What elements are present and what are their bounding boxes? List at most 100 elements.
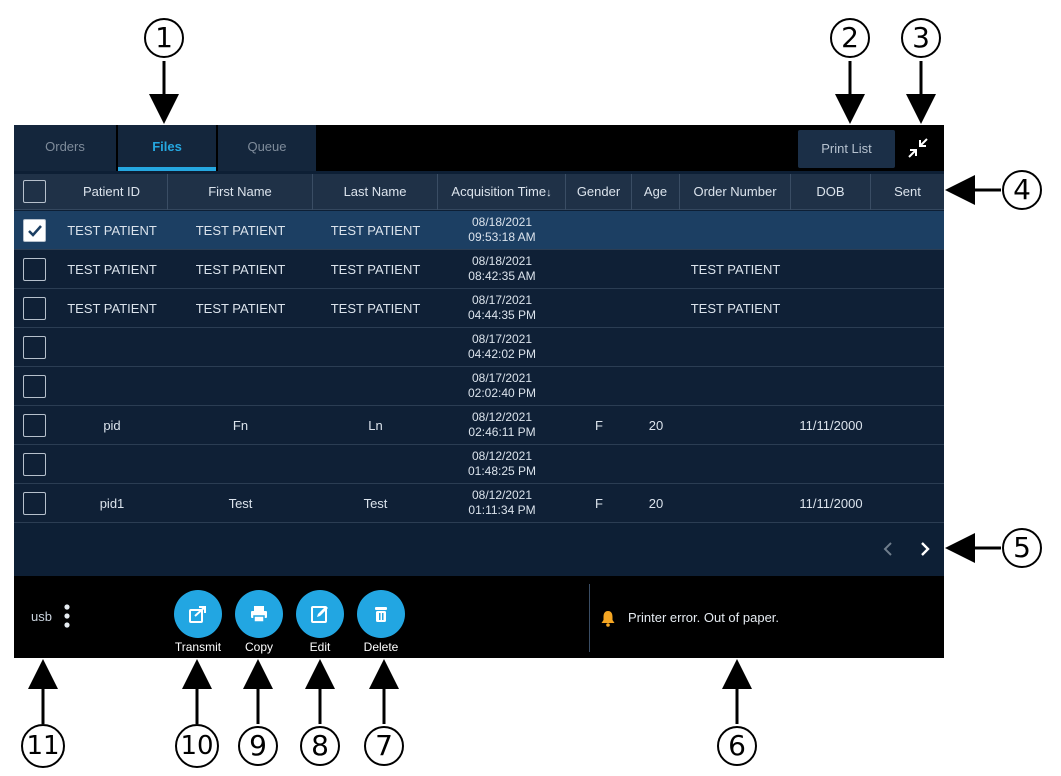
cell-order-number [680, 328, 791, 367]
acquisition-date: 08/12/2021 [471, 488, 533, 502]
cell-gender [566, 211, 632, 250]
cell-age [632, 250, 680, 289]
tab-bar: Orders Files Queue Print List [14, 125, 944, 171]
cell-dob [791, 445, 871, 484]
col-sent[interactable]: Sent [871, 174, 944, 210]
chevron-left-icon[interactable] [881, 539, 895, 559]
row-checkbox[interactable] [23, 375, 46, 398]
tab-files[interactable]: Files [118, 125, 216, 171]
acquisition-date: 08/17/2021 [471, 332, 533, 346]
col-acquisition-time[interactable]: Acquisition Time↓ [438, 174, 566, 210]
cell-acquisition-time: 08/17/2021 04:42:02 PM [438, 328, 566, 367]
acquisition-date: 08/17/2021 [471, 293, 533, 307]
cell-gender [566, 328, 632, 367]
table-row[interactable]: pid1 Test Test 08/12/2021 01:11:34 PM F 20 11/1… [14, 484, 944, 523]
cell-dob [791, 289, 871, 328]
cell-patient-id: TEST PATIENT [67, 301, 157, 316]
cell-sent [871, 289, 944, 328]
table-row[interactable]: 08/17/2021 02:02:40 PM [14, 367, 944, 406]
collapse-arrows-icon[interactable] [907, 137, 929, 159]
cell-acquisition-time: 08/18/2021 09:53:18 AM [438, 211, 566, 250]
cell-age [632, 328, 680, 367]
cell-sent [871, 211, 944, 250]
cell-dob [791, 328, 871, 367]
cell-age: 20 [648, 496, 664, 511]
cell-patient-id [56, 445, 168, 484]
col-last-name[interactable]: Last Name [313, 174, 438, 210]
callout-11: 11 [21, 724, 65, 768]
cell-gender [566, 445, 632, 484]
cell-first-name: TEST PATIENT [195, 223, 286, 238]
row-checkbox[interactable] [23, 297, 46, 320]
copy-label: Copy [244, 640, 273, 654]
edit-button[interactable] [296, 590, 344, 638]
cell-patient-id [56, 367, 168, 406]
table-row[interactable]: pid Fn Ln 08/12/2021 02:46:11 PM F 20 11/11/200… [14, 406, 944, 445]
col-order-number[interactable]: Order Number [680, 174, 791, 210]
row-checkbox[interactable] [23, 219, 46, 242]
cell-last-name: Test [363, 496, 388, 511]
cell-gender [566, 289, 632, 328]
table-row[interactable]: TEST PATIENT TEST PATIENT TEST PATIENT 08/1… [14, 250, 944, 289]
row-checkbox[interactable] [23, 414, 46, 437]
chevron-right-icon[interactable] [918, 539, 932, 559]
acquisition-date: 08/18/2021 [471, 254, 533, 268]
printer-icon [251, 606, 267, 623]
copy-button[interactable] [235, 590, 283, 638]
cell-first-name [168, 367, 313, 406]
table-row[interactable]: TEST PATIENT TEST PATIENT TEST PATIENT 08/1… [14, 289, 944, 328]
cell-acquisition-time: 08/12/2021 01:48:25 PM [438, 445, 566, 484]
cell-gender: F [595, 496, 603, 511]
cell-first-name [168, 328, 313, 367]
cell-sent [871, 367, 944, 406]
row-checkbox[interactable] [23, 258, 46, 281]
cell-dob: 11/11/2000 [799, 496, 863, 511]
acquisition-time: 02:02:40 PM [467, 386, 537, 400]
edit-icon [311, 606, 328, 623]
cell-acquisition-time: 08/12/2021 01:11:34 PM [438, 484, 566, 523]
cell-acquisition-time: 08/17/2021 04:44:35 PM [438, 289, 566, 328]
tab-queue[interactable]: Queue [218, 125, 316, 171]
files-screen: Orders Files Queue Print List Patient ID… [14, 125, 944, 658]
callout-7: 7 [364, 726, 404, 766]
cell-age [632, 211, 680, 250]
print-list-button[interactable]: Print List [798, 130, 895, 168]
cell-patient-id [56, 328, 168, 367]
row-checkbox[interactable] [23, 492, 46, 515]
col-first-name[interactable]: First Name [168, 174, 313, 210]
delete-button[interactable] [357, 590, 405, 638]
cell-last-name: TEST PATIENT [330, 223, 421, 238]
col-dob[interactable]: DOB [791, 174, 871, 210]
cell-acquisition-time: 08/18/2021 08:42:35 AM [438, 250, 566, 289]
cell-first-name: Fn [232, 418, 249, 433]
cell-last-name: TEST PATIENT [330, 262, 421, 277]
col-patient-id[interactable]: Patient ID [56, 174, 168, 210]
callout-9: 9 [238, 726, 278, 766]
callout-8: 8 [300, 726, 340, 766]
cell-dob [791, 211, 871, 250]
table-row[interactable]: 08/12/2021 01:48:25 PM [14, 445, 944, 484]
tab-orders[interactable]: Orders [14, 125, 116, 171]
col-age[interactable]: Age [632, 174, 680, 210]
acquisition-time: 08:42:35 AM [468, 269, 536, 283]
vertical-dots-icon[interactable] [62, 603, 72, 629]
acquisition-time: 02:46:11 PM [468, 425, 536, 439]
edit-label: Edit [309, 640, 331, 654]
sort-descending-icon: ↓ [546, 187, 552, 199]
transmit-button[interactable] [174, 590, 222, 638]
acquisition-time: 04:44:35 PM [467, 308, 537, 322]
row-checkbox[interactable] [23, 453, 46, 476]
col-acquisition-time-label: Acquisition Time [451, 184, 547, 199]
table-header: Patient ID First Name Last Name Acquisit… [14, 174, 944, 210]
share-icon [189, 606, 206, 623]
row-checkbox[interactable] [23, 336, 46, 359]
cell-order-number [680, 211, 791, 250]
table-row[interactable]: TEST PATIENT TEST PATIENT TEST PATIENT 08/1… [14, 211, 944, 250]
cell-patient-id: TEST PATIENT [67, 262, 157, 277]
select-all-checkbox[interactable] [23, 180, 46, 203]
acquisition-date: 08/12/2021 [471, 449, 533, 463]
col-gender[interactable]: Gender [566, 174, 632, 210]
table-row[interactable]: 08/17/2021 04:42:02 PM [14, 328, 944, 367]
cell-patient-id: pid1 [99, 496, 125, 511]
cell-acquisition-time: 08/17/2021 02:02:40 PM [438, 367, 566, 406]
